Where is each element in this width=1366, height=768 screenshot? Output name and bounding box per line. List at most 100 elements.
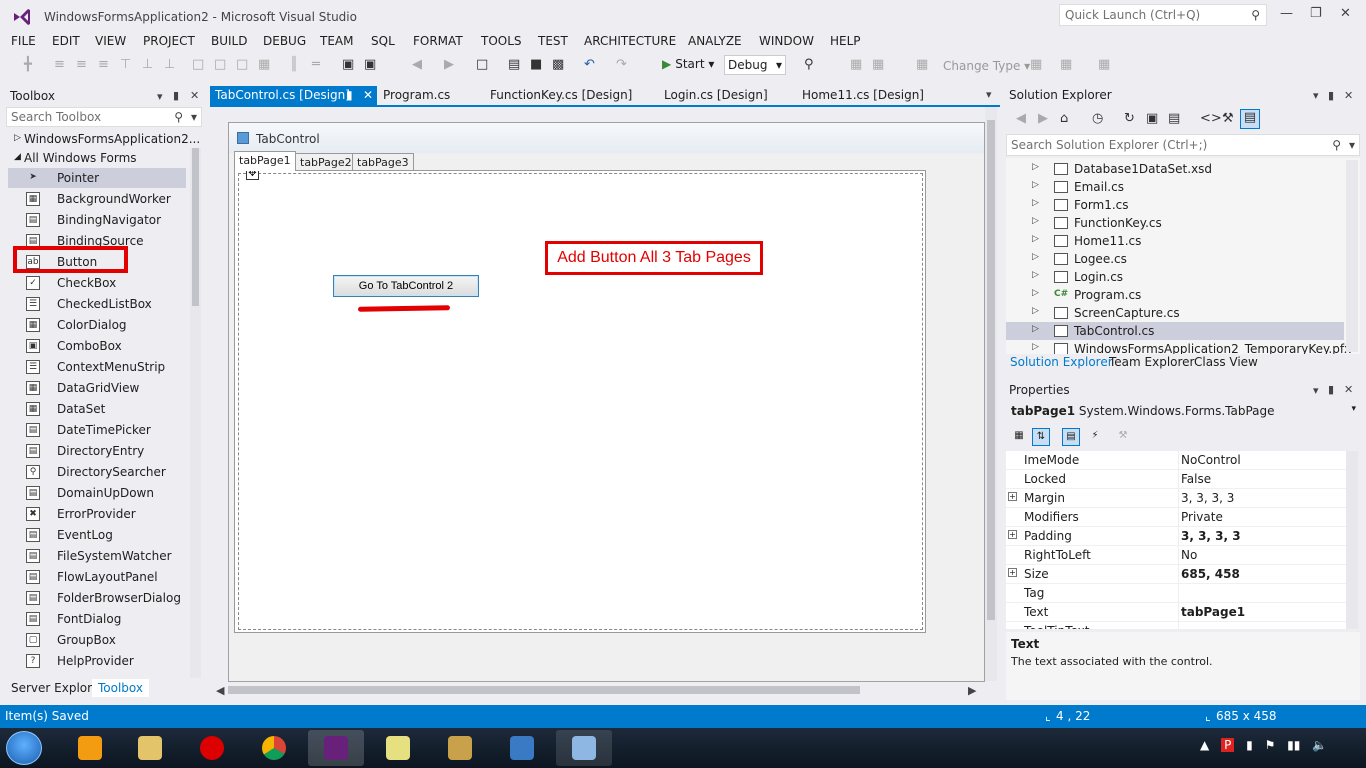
expand-icon[interactable]: ▷ — [1032, 288, 1039, 298]
open-file-icon[interactable]: ▤ — [508, 57, 520, 72]
tabpage-3-tab[interactable]: tabPage3 — [352, 153, 414, 171]
solution-explorer-search-input[interactable]: Search Solution Explorer (Ctrl+;) ⚲ ▾ — [1006, 134, 1360, 156]
toolbox-item-fontdialog[interactable]: ▤ FontDialog — [8, 609, 186, 629]
expand-icon[interactable]: ▷ — [1032, 216, 1039, 226]
menu-team[interactable]: TEAM — [320, 34, 353, 48]
solution-item-home11-cs[interactable]: ▷ Home11.cs — [1006, 232, 1344, 250]
find-in-files-icon[interactable]: ⚲ — [804, 57, 814, 72]
toolbox-item-datagridview[interactable]: ▦ DataGridView — [8, 378, 186, 398]
make-same-width-icon[interactable]: □ — [192, 57, 204, 72]
close-icon[interactable]: ✕ — [1344, 383, 1353, 396]
align-right-icon[interactable]: ≡ — [98, 57, 109, 72]
align-center-icon[interactable]: ≡ — [76, 57, 87, 72]
sync-icon[interactable]: ↻ — [1124, 111, 1135, 126]
toolbox-item-datetimepicker[interactable]: ▤ DateTimePicker — [8, 420, 186, 440]
solution-config-select[interactable]: Debug ▾ — [724, 55, 786, 75]
solution-item-screencapture-cs[interactable]: ▷ ScreenCapture.cs — [1006, 304, 1344, 322]
redo-icon[interactable]: ↷ — [616, 57, 627, 72]
history-icon[interactable]: ◷ — [1092, 111, 1103, 126]
expand-icon[interactable]: ▷ — [1032, 162, 1039, 172]
align-bottom-icon[interactable]: ⊥ — [164, 57, 175, 72]
property-row-padding[interactable]: + Padding 3, 3, 3, 3 — [1006, 527, 1346, 546]
solution-tree-scrollbar[interactable] — [1346, 160, 1358, 352]
solution-item-email-cs[interactable]: ▷ Email.cs — [1006, 178, 1344, 196]
taskbar-app-visual-studio[interactable] — [308, 730, 364, 766]
tab-toolbox[interactable]: Toolbox — [92, 679, 149, 697]
toolbox-item-contextmenustrip[interactable]: ☰ ContextMenuStrip — [8, 357, 186, 377]
horizontal-spacing-icon[interactable]: ║ — [290, 57, 298, 72]
toolbox-item-colordialog[interactable]: ▦ ColorDialog — [8, 315, 186, 335]
close-icon[interactable]: ✕ — [190, 89, 199, 102]
signal-icon[interactable]: ▮▮ — [1287, 738, 1300, 752]
property-row-margin[interactable]: + Margin 3, 3, 3, 3 — [1006, 489, 1346, 508]
toolbox-item-bindingnavigator[interactable]: ▤ BindingNavigator — [8, 210, 186, 230]
toolbox-scrollbar-thumb[interactable] — [192, 148, 199, 306]
align-icon[interactable]: ╋ — [24, 57, 32, 72]
solution-item-logee-cs[interactable]: ▷ Logee.cs — [1006, 250, 1344, 268]
property-value[interactable]: tabPage1 — [1181, 605, 1245, 619]
menu-window[interactable]: WINDOW — [759, 34, 814, 48]
make-same-size-icon[interactable]: □ — [236, 57, 248, 72]
tab-order-icon[interactable]: ▦ — [850, 57, 862, 72]
menu-edit[interactable]: EDIT — [52, 34, 80, 48]
tray-app-icon[interactable]: P — [1221, 738, 1235, 752]
taskbar-app-cleaner[interactable] — [432, 730, 488, 766]
toolbar-extra2-icon[interactable]: ▦ — [1060, 57, 1072, 72]
menu-file[interactable]: FILE — [11, 34, 36, 48]
taskbar-app-running-form[interactable] — [556, 730, 612, 766]
toolbar-extra-icon[interactable]: ▦ — [1030, 57, 1042, 72]
tabpage-2-tab[interactable]: tabPage2 — [295, 153, 357, 171]
categorized-icon[interactable]: ▦ — [1010, 428, 1028, 446]
solution-item-program-cs[interactable]: ▷ C# Program.cs — [1006, 286, 1344, 304]
expand-icon[interactable]: ▷ — [1032, 252, 1039, 262]
expand-icon[interactable]: ▷ — [1032, 234, 1039, 244]
property-row-tooltiptext[interactable]: ToolTipText — [1006, 622, 1346, 629]
property-row-modifiers[interactable]: Modifiers Private — [1006, 508, 1346, 527]
toolbox-item-groupbox[interactable]: ▢ GroupBox — [8, 630, 186, 650]
go-to-tabcontrol2-button[interactable]: Go To TabControl 2 — [333, 275, 479, 297]
property-value[interactable]: No — [1181, 548, 1197, 562]
tab-program-cs[interactable]: Program.cs — [383, 88, 450, 102]
schema-icon[interactable]: ▦ — [916, 57, 928, 72]
menu-help[interactable]: HELP — [830, 34, 861, 48]
tab-server-explorer[interactable]: Server Explorer — [11, 681, 104, 695]
pin-icon[interactable]: ▮ — [173, 89, 179, 102]
menu-test[interactable]: TEST — [538, 34, 568, 48]
taskbar-app-explorer[interactable] — [122, 730, 178, 766]
toolbox-item-dataset[interactable]: ▦ DataSet — [8, 399, 186, 419]
menu-project[interactable]: PROJECT — [143, 34, 195, 48]
quick-launch-input[interactable]: Quick Launch (Ctrl+Q) ⚲ — [1059, 4, 1267, 26]
toolbox-item-folderbrowserdialog[interactable]: ▤ FolderBrowserDialog — [8, 588, 186, 608]
alphabetical-icon[interactable]: ⇅ — [1032, 428, 1050, 446]
tab-solution-explorer[interactable]: Solution Explorer — [1010, 355, 1113, 369]
taskbar-app-chrome[interactable] — [246, 730, 302, 766]
taskbar-app-uc-browser[interactable] — [62, 730, 118, 766]
toolbox-item-checkedlistbox[interactable]: ☰ CheckedListBox — [8, 294, 186, 314]
designer-vertical-scrollbar-thumb[interactable] — [987, 120, 995, 620]
close-tab-icon[interactable]: ✕ — [363, 88, 373, 102]
pin-icon[interactable]: ▮ — [346, 88, 353, 102]
expand-icon[interactable]: ▷ — [1032, 180, 1039, 190]
close-icon[interactable]: ✕ — [1340, 6, 1351, 21]
property-value[interactable]: False — [1181, 472, 1211, 486]
save-all-icon[interactable]: ▩ — [552, 57, 564, 72]
battery-icon[interactable]: ▮ — [1246, 738, 1253, 752]
pin-icon[interactable]: ▮ — [1328, 89, 1334, 102]
menu-format[interactable]: FORMAT — [413, 34, 463, 48]
toolbox-item-eventlog[interactable]: ▤ EventLog — [8, 525, 186, 545]
property-row-tag[interactable]: Tag — [1006, 584, 1346, 603]
collapse-all-icon[interactable]: ▣ — [1146, 111, 1158, 126]
designer-horizontal-scrollbar-thumb[interactable] — [228, 686, 860, 694]
new-project-icon[interactable]: □ — [476, 57, 488, 72]
toolbox-item-errorprovider[interactable]: ✖ ErrorProvider — [8, 504, 186, 524]
view-code-icon[interactable]: <> — [1200, 111, 1222, 126]
properties-object-selector[interactable]: tabPage1 System.Windows.Forms.TabPage ▾ — [1006, 401, 1360, 421]
expand-icon[interactable]: + — [1008, 568, 1017, 577]
align-left-icon[interactable]: ≡ — [54, 57, 65, 72]
toolbox-item-flowlayoutpanel[interactable]: ▤ FlowLayoutPanel — [8, 567, 186, 587]
show-all-files-icon[interactable]: ▤ — [1168, 111, 1180, 126]
expand-icon[interactable]: ▷ — [1032, 306, 1039, 316]
expand-icon[interactable]: ▷ — [1032, 324, 1039, 334]
toolbox-item-helpprovider[interactable]: ? HelpProvider — [8, 651, 186, 671]
toolbox-item-domainupdown[interactable]: ▤ DomainUpDown — [8, 483, 186, 503]
